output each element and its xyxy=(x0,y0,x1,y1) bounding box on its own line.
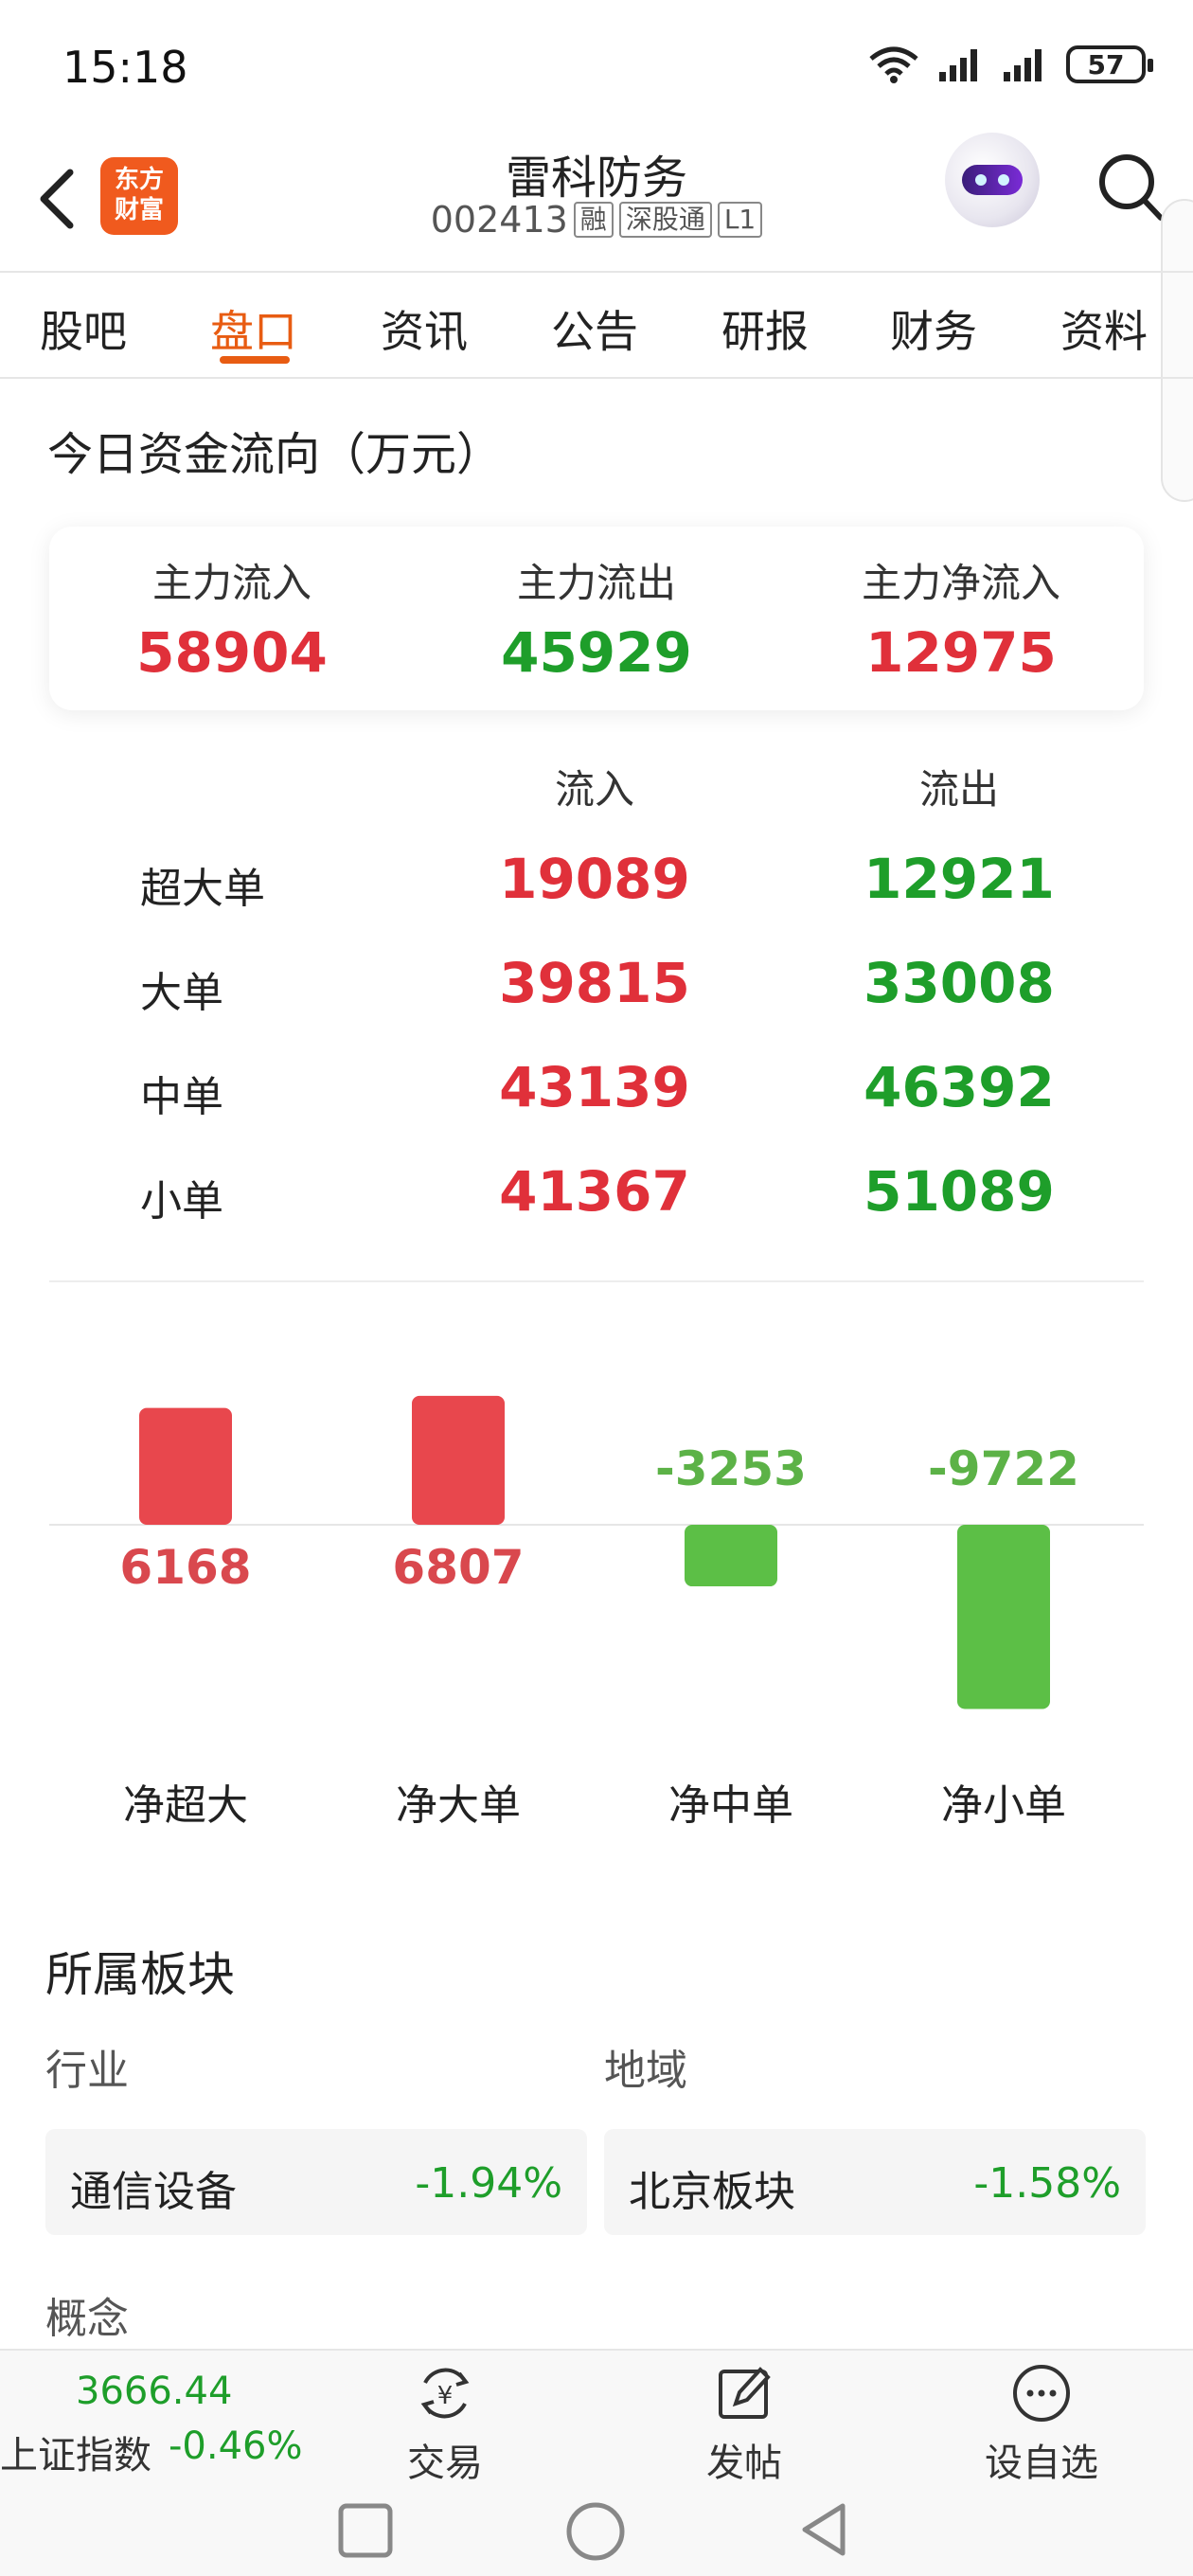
index-value: 3666.44 xyxy=(76,2370,233,2413)
wifi-icon xyxy=(869,46,918,83)
main-outflow: 主力流出 45929 xyxy=(414,551,779,685)
recent-apps-icon[interactable] xyxy=(335,2500,396,2561)
add-watchlist-label: 设自选 xyxy=(985,2442,1098,2485)
status-icons: 57 xyxy=(867,45,1153,83)
app-header: 东方 财富 雷科防务 002413 融 深股通 L1 xyxy=(0,123,1193,270)
home-icon[interactable] xyxy=(564,2500,627,2563)
battery-icon: 57 xyxy=(1066,45,1153,83)
tab-pankou[interactable]: 盘口 xyxy=(210,297,297,360)
chart-value-label-1: 6807 xyxy=(392,1540,524,1595)
main-net-inflow-value: 12975 xyxy=(865,620,1057,685)
compose-icon xyxy=(719,2367,771,2419)
tab-profile[interactable]: 资料 xyxy=(1060,297,1148,360)
small-inflow: 41367 xyxy=(499,1159,690,1224)
robot-assistant-icon[interactable] xyxy=(945,133,1040,227)
main-inflow: 主力流入 58904 xyxy=(49,551,415,685)
industry-sector-change: -1.94% xyxy=(415,2159,562,2208)
industry-sector-name: 通信设备 xyxy=(70,2168,237,2216)
stock-code: 002413 xyxy=(430,199,568,241)
industry-label: 行业 xyxy=(45,2047,129,2095)
concept-label: 概念 xyxy=(45,2295,129,2343)
chart-bar-2 xyxy=(685,1525,777,1587)
region-sector-card[interactable]: 北京板块 -1.58% xyxy=(604,2129,1146,2235)
tab-bar: 股吧 盘口 资讯 公告 研报 财务 资料 xyxy=(0,271,1193,379)
svg-text:¥: ¥ xyxy=(437,2382,454,2410)
chart-value-label-2: -3253 xyxy=(655,1441,807,1496)
net-flow-chart-svg: 6168 6807 -3253 -9722 xyxy=(49,1395,1144,1709)
more-circle-icon xyxy=(1013,2365,1070,2422)
chart-bar-1 xyxy=(412,1395,505,1525)
tag-connect: 深股通 xyxy=(618,202,712,238)
post-button[interactable]: 发帖 xyxy=(668,2362,820,2487)
chart-category-small: 净小单 xyxy=(941,1781,1066,1830)
row-label-large: 大单 xyxy=(140,969,223,1017)
chart-category-medium: 净中单 xyxy=(668,1781,793,1830)
status-bar: 15:18 57 xyxy=(0,0,1193,123)
main-outflow-value: 45929 xyxy=(501,620,692,685)
medium-inflow: 43139 xyxy=(499,1055,690,1119)
tab-announcements[interactable]: 公告 xyxy=(551,297,638,360)
chart-bar-0 xyxy=(139,1407,232,1525)
row-label-small: 小单 xyxy=(140,1177,223,1225)
chart-bar-3 xyxy=(957,1525,1050,1709)
row-label-medium: 中单 xyxy=(140,1073,223,1121)
trade-label: 交易 xyxy=(407,2442,483,2485)
add-watchlist-button[interactable]: 设自选 xyxy=(966,2362,1117,2487)
main-net-inflow: 主力净流入 12975 xyxy=(778,551,1144,685)
index-name: 上证指数 xyxy=(0,2434,151,2478)
tab-guba[interactable]: 股吧 xyxy=(40,297,127,360)
yuan-exchange-icon: ¥ xyxy=(420,2368,470,2419)
region-sector-change: -1.58% xyxy=(973,2159,1121,2208)
chart-value-label-3: -9722 xyxy=(928,1441,1079,1496)
main-net-inflow-label: 主力净流入 xyxy=(861,560,1060,606)
main-outflow-label: 主力流出 xyxy=(516,560,676,606)
trade-button[interactable]: ¥ 交易 xyxy=(369,2362,521,2487)
chart-category-large: 净大单 xyxy=(396,1781,521,1830)
system-nav-bar xyxy=(0,2487,1193,2576)
signal-icon-2 xyxy=(1004,49,1042,81)
chart-category-super-large: 净超大 xyxy=(123,1781,248,1830)
tab-research[interactable]: 研报 xyxy=(721,297,809,360)
industry-sector-card[interactable]: 通信设备 -1.94% xyxy=(45,2129,587,2235)
medium-outflow: 46392 xyxy=(864,1055,1055,1119)
column-inflow-header: 流入 xyxy=(554,766,634,813)
super-large-inflow: 19089 xyxy=(499,847,690,911)
tab-active-indicator xyxy=(220,356,290,364)
large-inflow: 39815 xyxy=(499,951,690,1015)
main-inflow-value: 58904 xyxy=(136,620,328,685)
column-outflow-header: 流出 xyxy=(918,766,999,813)
tag-level: L1 xyxy=(717,202,763,238)
fund-flow-summary-card: 主力流入 58904 主力流出 45929 主力净流入 12975 xyxy=(49,527,1144,710)
sectors-title: 所属板块 xyxy=(45,1947,235,2002)
large-outflow: 33008 xyxy=(864,951,1055,1015)
post-label: 发帖 xyxy=(706,2442,782,2485)
region-sector-name: 北京板块 xyxy=(629,2168,795,2216)
super-large-outflow: 12921 xyxy=(864,847,1055,911)
fund-flow-title: 今日资金流向（万元） xyxy=(47,428,503,481)
main-inflow-label: 主力流入 xyxy=(151,560,312,606)
region-label: 地域 xyxy=(604,2047,687,2095)
index-change: -0.46% xyxy=(169,2424,303,2468)
bottom-toolbar: 3666.44 上证指数 -0.46% ¥ 交易 发帖 设自选 xyxy=(0,2349,1193,2487)
chart-value-label-0: 6168 xyxy=(119,1540,251,1595)
tab-news[interactable]: 资讯 xyxy=(381,297,468,360)
tab-finance[interactable]: 财务 xyxy=(890,297,977,360)
row-label-super-large: 超大单 xyxy=(140,865,265,913)
search-icon[interactable] xyxy=(1093,144,1168,229)
status-time: 15:18 xyxy=(62,42,188,93)
tag-margin: 融 xyxy=(573,202,614,238)
signal-icon xyxy=(939,49,977,81)
back-nav-icon[interactable] xyxy=(793,2498,856,2561)
section-divider xyxy=(49,1280,1144,1282)
small-outflow: 51089 xyxy=(864,1159,1055,1224)
